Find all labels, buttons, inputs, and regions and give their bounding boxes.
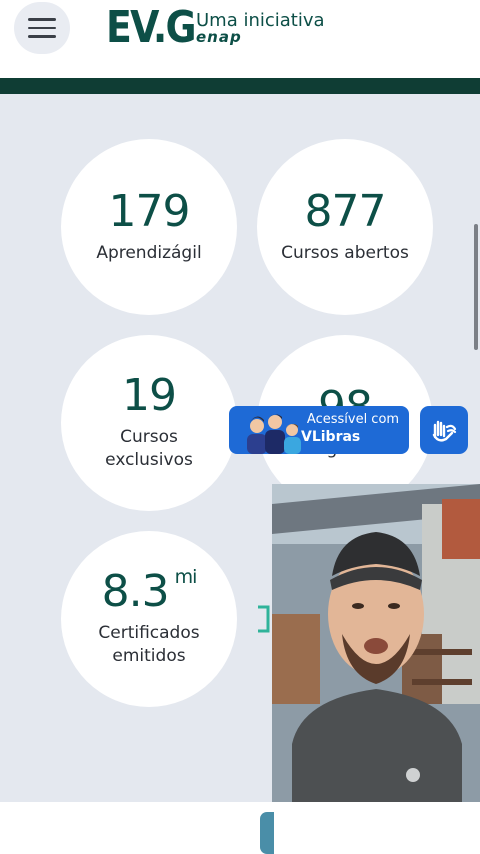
vlibras-banner[interactable]: Acessível com VLibras: [229, 406, 409, 454]
menu-line: [28, 35, 56, 38]
vlibras-line1: Acessível com: [306, 412, 400, 427]
stat-cursos-abertos: 877 Cursos abertos: [257, 139, 433, 315]
stat-certificados: 8.3 mi Certificados emitidos: [61, 531, 237, 707]
decorative-mark: [258, 605, 270, 633]
stat-label: Aprendizágil: [96, 242, 202, 263]
footer-area: [0, 802, 480, 854]
vlibras-line2: VLibras: [301, 428, 361, 445]
stat-aprendizagil: 179 Aprendizágil: [61, 139, 237, 315]
enap-logo: enap: [196, 28, 242, 47]
menu-line: [28, 18, 56, 21]
stat-number: 19: [122, 370, 177, 422]
menu-line: [28, 26, 56, 30]
stat-label: Cursos exclusivos: [105, 427, 193, 470]
vlibras-avatars-icon: [247, 414, 301, 454]
floating-tab[interactable]: [260, 812, 274, 854]
logo-right: Uma iniciativa enap: [196, 10, 325, 47]
stat-number: 8.3 mi: [101, 566, 198, 618]
logo-mark: EV.G: [106, 2, 197, 53]
header-accent-bar: [0, 78, 480, 94]
video-frame: [272, 484, 480, 854]
stat-number: 179: [108, 185, 191, 237]
stat-number: 877: [304, 185, 387, 237]
evg-logo[interactable]: EV.G Uma iniciativa enap: [106, 2, 325, 54]
stat-cursos-exclusivos: 19 Cursos exclusivos: [61, 335, 237, 511]
scrollbar[interactable]: [474, 224, 478, 350]
stat-label: Cursos abertos: [281, 242, 409, 263]
vlibras-text: Acessível com VLibras: [301, 412, 405, 446]
stat-suffix: mi: [174, 566, 198, 589]
sign-language-hands-icon: [432, 420, 457, 442]
top-header: EV.G Uma iniciativa enap: [0, 0, 480, 78]
accessibility-button[interactable]: [420, 406, 468, 454]
video-overlay[interactable]: [272, 484, 480, 854]
menu-button[interactable]: [14, 2, 70, 54]
stat-label: Certificados emitidos: [98, 623, 200, 666]
